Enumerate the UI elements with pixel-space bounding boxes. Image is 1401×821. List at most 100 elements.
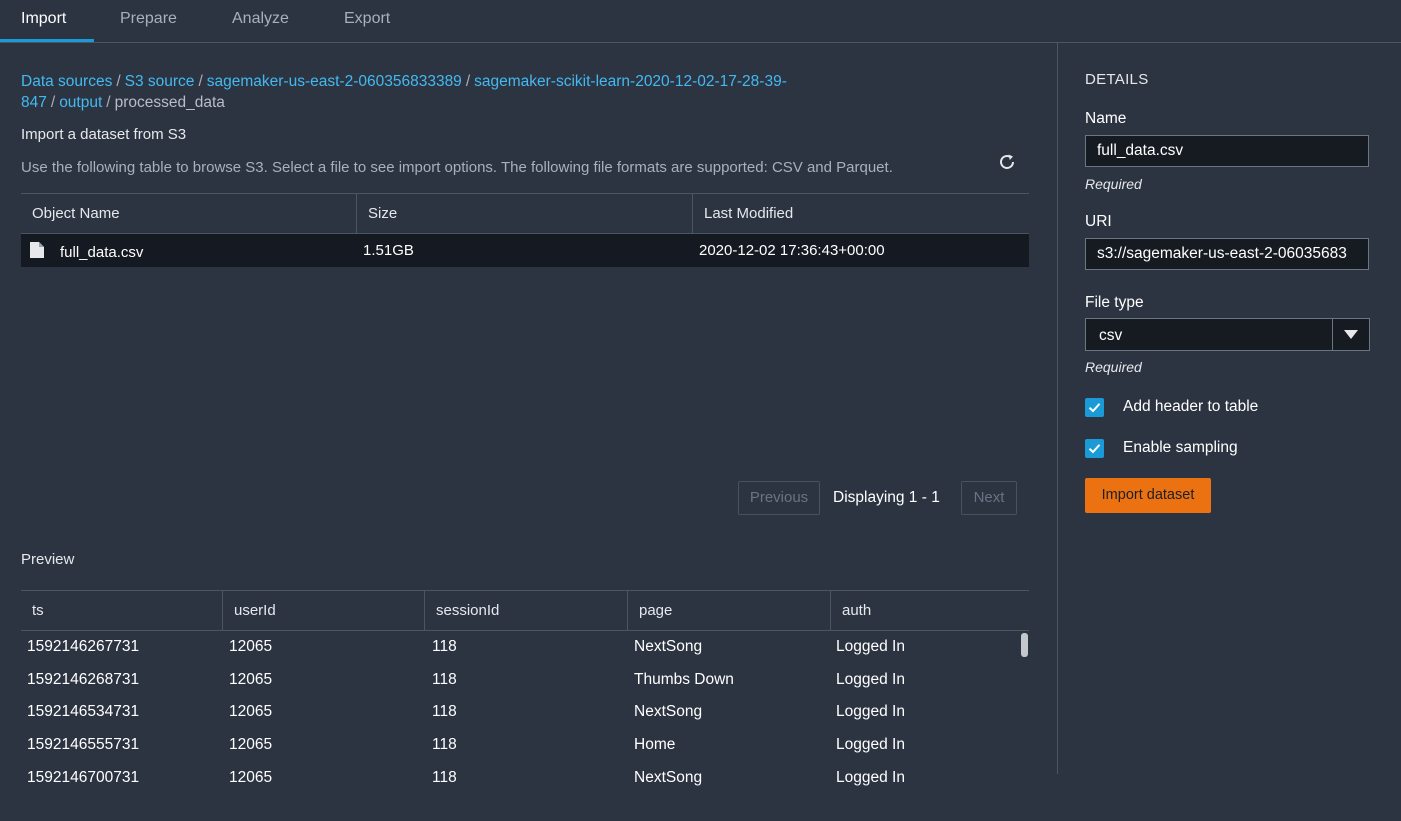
cell-sessionid: 118 <box>432 638 457 655</box>
tab-analyze[interactable]: Analyze <box>232 10 289 28</box>
main-panel: Data sources / S3 source / sagemaker-us-east… <box>0 43 1057 786</box>
column-header-object-name[interactable]: Object Name <box>32 194 120 233</box>
cell-userid: 12065 <box>229 638 273 655</box>
breadcrumb-separator: / <box>116 73 121 90</box>
enable-sampling-label[interactable]: Enable sampling <box>1123 439 1238 457</box>
tab-export[interactable]: Export <box>344 10 390 28</box>
table-row: 1592146700731 12065 118 NextSong Logged … <box>21 762 1029 795</box>
cell-page: Home <box>634 736 676 754</box>
cell-auth: Logged In <box>836 768 905 786</box>
table-row: 1592146268731 12065 118 Thumbs Down Logg… <box>21 664 1029 697</box>
preview-table: ts userId sessionId page auth 1592146267… <box>21 590 1029 821</box>
checkmark-icon <box>1088 444 1101 454</box>
cell-auth: Logged In <box>836 703 905 721</box>
file-modified: 2020-12-02 17:36:43+00:00 <box>699 242 885 259</box>
file-type-required-hint: Required <box>1085 359 1142 375</box>
column-divider <box>356 194 357 233</box>
column-header-sessionid: sessionId <box>436 602 500 619</box>
column-divider <box>830 591 831 630</box>
import-description: Use the following table to browse S3. Se… <box>21 159 893 176</box>
column-divider <box>222 591 223 630</box>
import-section-title: Import a dataset from S3 <box>21 126 187 143</box>
breadcrumb-separator: / <box>465 73 471 90</box>
cell-sessionid: 118 <box>432 768 457 786</box>
cell-page: NextSong <box>634 703 703 721</box>
chevron-down-icon <box>1344 330 1358 339</box>
cell-ts: 1592146268731 <box>27 670 140 688</box>
s3-object-table: Object Name Size Last Modified full_data… <box>21 193 1029 267</box>
file-type-select[interactable]: csv <box>1085 318 1370 351</box>
name-required-hint: Required <box>1085 176 1142 192</box>
cell-page: NextSong <box>634 638 703 655</box>
cell-ts: 1592146534731 <box>27 703 140 721</box>
file-name: full_data.csv <box>60 244 144 261</box>
breadcrumb-separator: / <box>106 94 111 111</box>
name-field[interactable]: full_data.csv <box>1085 135 1369 167</box>
add-header-label[interactable]: Add header to table <box>1123 398 1258 416</box>
column-header-page: page <box>639 602 673 619</box>
file-type-label: File type <box>1085 294 1144 311</box>
column-divider <box>627 591 628 630</box>
table-row: 1592146534731 12065 118 NextSong Logged … <box>21 696 1029 729</box>
uri-label: URI <box>1085 213 1112 230</box>
cell-page: Thumbs Down <box>634 670 734 688</box>
breadcrumb-bucket[interactable]: sagemaker-us-east-2-060356833389 <box>207 73 462 90</box>
pagination-status: Displaying 1 - 1 <box>833 489 940 506</box>
details-panel: DETAILS Name full_data.csv Required URI … <box>1058 43 1401 774</box>
breadcrumb-s3-source[interactable]: S3 source <box>125 73 195 90</box>
cell-userid: 12065 <box>229 768 273 786</box>
dropdown-toggle[interactable] <box>1332 319 1369 350</box>
cell-sessionid: 118 <box>432 703 457 721</box>
column-header-last-modified[interactable]: Last Modified <box>704 194 793 233</box>
breadcrumb-separator: / <box>198 73 203 90</box>
column-header-size[interactable]: Size <box>368 194 397 233</box>
tab-prepare[interactable]: Prepare <box>120 10 177 28</box>
import-dataset-button[interactable]: Import dataset <box>1085 478 1211 513</box>
file-size: 1.51GB <box>363 242 414 259</box>
active-tab-indicator <box>0 39 94 42</box>
file-icon <box>30 242 44 258</box>
file-type-value: csv <box>1099 327 1123 344</box>
cell-sessionid: 118 <box>432 670 457 688</box>
preview-table-header: ts userId sessionId page auth <box>21 590 1029 631</box>
previous-page-button[interactable]: Previous <box>738 481 820 515</box>
column-header-ts: ts <box>32 602 44 619</box>
cell-userid: 12065 <box>229 736 273 754</box>
cell-page: NextSong <box>634 768 703 786</box>
cell-auth: Logged In <box>836 638 905 655</box>
cell-auth: Logged In <box>836 736 905 754</box>
next-page-button[interactable]: Next <box>961 481 1017 515</box>
cell-sessionid: 118 <box>432 736 457 754</box>
preview-scrollbar[interactable] <box>1021 633 1028 657</box>
breadcrumb-output[interactable]: output <box>59 94 102 111</box>
name-label: Name <box>1085 110 1127 127</box>
breadcrumb: Data sources / S3 source / sagemaker-us-east… <box>21 71 881 113</box>
enable-sampling-checkbox[interactable] <box>1085 439 1104 458</box>
breadcrumb-current: processed_data <box>114 94 225 111</box>
breadcrumb-separator: / <box>50 94 56 111</box>
tab-import[interactable]: Import <box>21 10 66 28</box>
add-header-checkbox[interactable] <box>1085 398 1104 417</box>
details-title: DETAILS <box>1085 71 1149 88</box>
column-divider <box>424 591 425 630</box>
preview-table-body: 1592146267731 12065 118 NextSong Logged … <box>21 631 1029 821</box>
preview-title: Preview <box>21 551 75 568</box>
column-header-auth: auth <box>842 602 872 619</box>
checkmark-icon <box>1088 403 1101 413</box>
column-header-userid: userId <box>234 602 276 619</box>
cell-ts: 1592146555731 <box>27 736 140 754</box>
table-header: Object Name Size Last Modified <box>21 193 1029 234</box>
cell-auth: Logged In <box>836 670 905 688</box>
table-row: 1592146555731 12065 118 Home Logged In <box>21 729 1029 762</box>
cell-userid: 12065 <box>229 670 273 688</box>
column-divider <box>692 194 693 233</box>
table-row: 1592146267731 12065 118 NextSong Logged … <box>21 631 1029 664</box>
cell-ts: 1592146700731 <box>27 768 140 786</box>
uri-field[interactable]: s3://sagemaker-us-east-2-06035683 <box>1085 238 1369 270</box>
top-tab-bar: Import Prepare Analyze Export <box>0 0 1401 43</box>
cell-userid: 12065 <box>229 703 273 721</box>
breadcrumb-data-sources[interactable]: Data sources <box>21 73 112 90</box>
table-row[interactable]: full_data.csv 1.51GB 2020-12-02 17:36:43… <box>21 234 1029 267</box>
refresh-icon[interactable] <box>997 152 1017 172</box>
cell-ts: 1592146267731 <box>27 638 140 655</box>
